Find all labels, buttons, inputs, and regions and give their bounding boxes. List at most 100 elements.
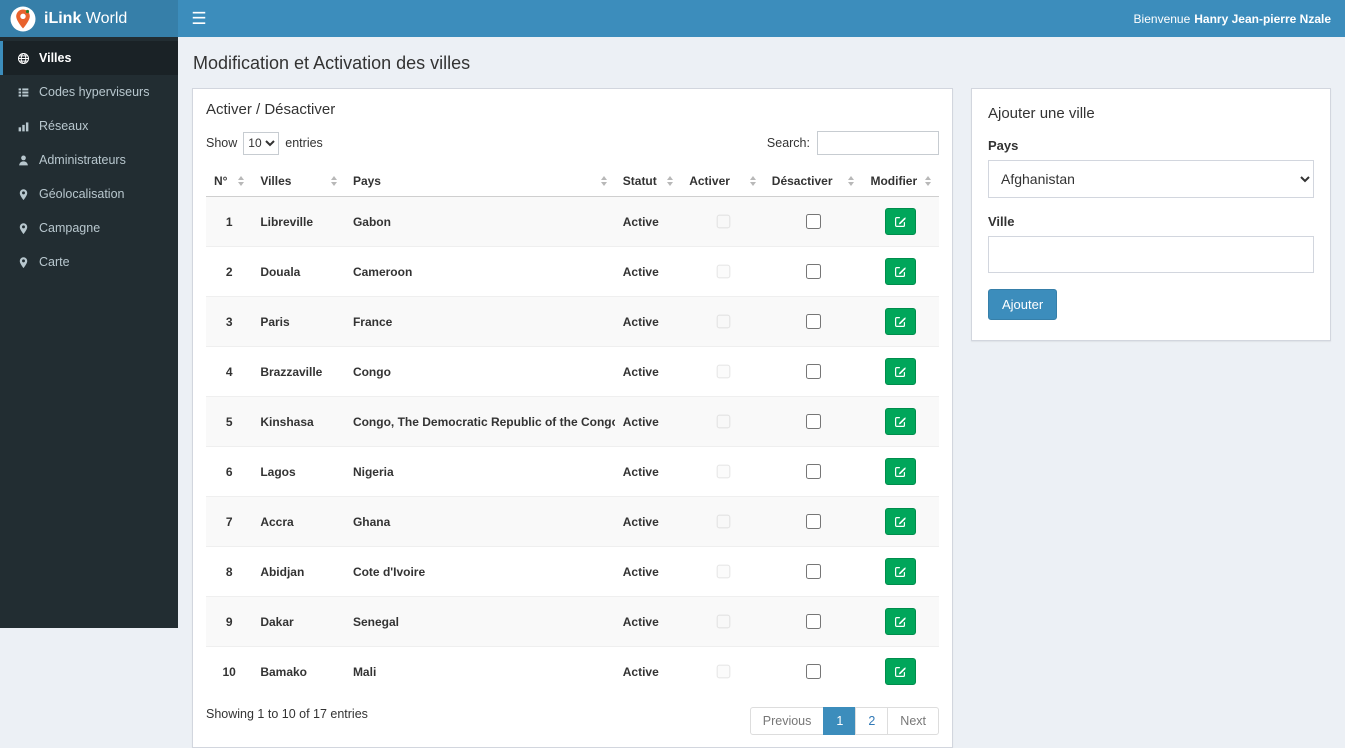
activer-checkbox[interactable] [716,515,730,529]
desactiver-checkbox[interactable] [806,514,821,529]
ville-input[interactable] [988,236,1314,273]
pagination-page-1[interactable]: 1 [823,707,856,735]
sidebar-item-administrateurs[interactable]: Administrateurs [0,143,178,177]
activer-checkbox[interactable] [716,465,730,479]
sidebar-item-carte[interactable]: Carte [0,245,178,279]
ajouter-button[interactable]: Ajouter [988,289,1057,320]
activer-checkbox[interactable] [716,215,730,229]
search-label: Search: [767,136,810,150]
desactiver-checkbox[interactable] [806,664,821,679]
modifier-button[interactable] [885,408,916,435]
desactiver-checkbox[interactable] [806,464,821,479]
desactiver-checkbox[interactable] [806,264,821,279]
table-row: 4BrazzavilleCongoActive [206,347,939,397]
edit-icon [894,465,907,478]
desactiver-checkbox[interactable] [806,414,821,429]
sidebar-item-geolocalisation[interactable]: Géolocalisation [0,177,178,211]
marker-icon [16,222,30,235]
sort-icon [233,176,244,186]
desactiver-checkbox[interactable] [806,214,821,229]
modifier-button[interactable] [885,208,916,235]
sidebar-item-label: Campagne [39,221,100,235]
desactiver-checkbox[interactable] [806,614,821,629]
marker-icon [16,256,30,269]
table-row: 3ParisFranceActive [206,297,939,347]
pagination: Previous12Next [751,707,939,735]
row-ville: Dakar [252,597,345,647]
column-header-statut[interactable]: Statut [615,166,681,197]
sort-icon [596,176,607,186]
row-pays: Congo [345,347,615,397]
column-header-modifier[interactable]: Modifier [862,166,939,197]
activer-checkbox[interactable] [716,365,730,379]
welcome-user-name: Hanry Jean-pierre Nzale [1194,12,1331,26]
row-ville: Kinshasa [252,397,345,447]
edit-icon [894,365,907,378]
activer-checkbox[interactable] [716,565,730,579]
column-header-activer[interactable]: Activer [681,166,764,197]
pagination-page-2[interactable]: 2 [855,707,888,735]
sidebar-item-reseaux[interactable]: Réseaux [0,109,178,143]
desactiver-checkbox[interactable] [806,364,821,379]
column-header-label: N° [214,174,227,188]
sidebar-item-label: Réseaux [39,119,88,133]
main-content: Modification et Activation des villes Ac… [178,0,1345,748]
top-navbar: iLink World ☰ Bienvenue Hanry Jean-pierr… [0,0,1345,37]
activer-checkbox[interactable] [716,315,730,329]
activer-checkbox[interactable] [716,615,730,629]
edit-icon [894,665,907,678]
desactiver-checkbox[interactable] [806,314,821,329]
row-number: 10 [206,647,252,697]
page-length-select[interactable]: 10 [243,132,279,155]
sidebar-toggle-button[interactable]: ☰ [178,0,220,37]
modifier-button[interactable] [885,608,916,635]
row-pays: Ghana [345,497,615,547]
row-statut: Active [615,497,681,547]
pagination-next-button[interactable]: Next [887,707,939,735]
pagination-previous-button[interactable]: Previous [750,707,825,735]
modifier-button[interactable] [885,508,916,535]
row-pays: France [345,297,615,347]
activer-checkbox[interactable] [716,265,730,279]
sidebar-item-villes[interactable]: Villes [0,41,178,75]
row-statut: Active [615,397,681,447]
column-header-label: Statut [623,174,657,188]
row-pays: Senegal [345,597,615,647]
modifier-button[interactable] [885,558,916,585]
table-header-row: N° Villes Pays Statut ActiverDésactiverModif… [206,166,939,197]
brand-title: iLink World [44,10,127,28]
column-header-label: Pays [353,174,381,188]
modifier-button[interactable] [885,358,916,385]
table-row: 10BamakoMaliActive [206,647,939,697]
column-header-n[interactable]: N° [206,166,252,197]
sidebar-menu: VillesCodes hyperviseurs Réseaux Administr… [0,37,178,628]
welcome-message: Bienvenue Hanry Jean-pierre Nzale [1134,0,1345,37]
modifier-button[interactable] [885,458,916,485]
modifier-button[interactable] [885,308,916,335]
row-statut: Active [615,647,681,697]
sidebar-item-codes-hyperviseurs[interactable]: Codes hyperviseurs [0,75,178,109]
table-row: 9DakarSenegalActive [206,597,939,647]
row-number: 6 [206,447,252,497]
column-header-desactiver[interactable]: Désactiver [764,166,863,197]
column-header-pays[interactable]: Pays [345,166,615,197]
search-input[interactable] [817,131,939,155]
table-row: 5KinshasaCongo, The Democratic Republic … [206,397,939,447]
row-ville: Paris [252,297,345,347]
modifier-button[interactable] [885,658,916,685]
brand[interactable]: iLink World [0,0,178,37]
row-number: 7 [206,497,252,547]
activer-checkbox[interactable] [716,665,730,679]
modifier-button[interactable] [885,258,916,285]
pays-select[interactable]: Afghanistan [988,160,1314,198]
sidebar-item-campagne[interactable]: Campagne [0,211,178,245]
edit-icon [894,315,907,328]
edit-icon [894,215,907,228]
marker-icon [16,188,30,201]
activer-checkbox[interactable] [716,415,730,429]
column-header-villes[interactable]: Villes [252,166,345,197]
desactiver-checkbox[interactable] [806,564,821,579]
column-header-label: Villes [260,174,291,188]
row-ville: Brazzaville [252,347,345,397]
row-statut: Active [615,547,681,597]
